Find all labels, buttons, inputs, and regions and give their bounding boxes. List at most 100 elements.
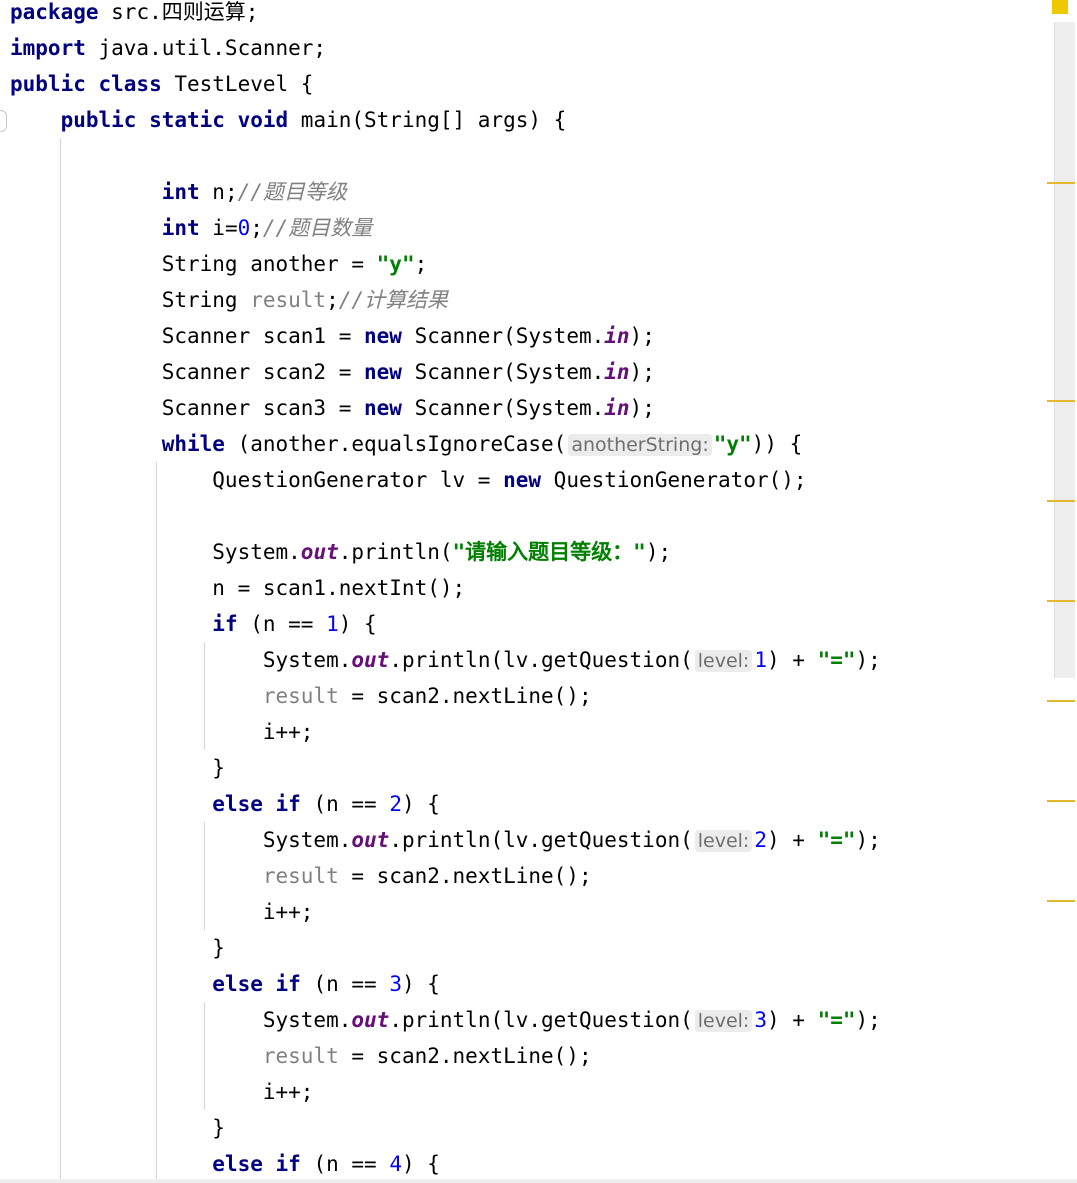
code-line[interactable]: n = scan1.nextInt(); <box>10 570 465 606</box>
code-token: (another.equalsIgnoreCase( <box>224 432 567 456</box>
code-token: } <box>10 756 225 780</box>
code-token: public static void <box>60 108 289 132</box>
code-line[interactable]: result = scan2.nextLine(); <box>10 1038 592 1074</box>
code-token: Scanner scan1 = <box>10 324 365 348</box>
code-token: result <box>262 684 339 708</box>
code-token: result <box>262 1044 339 1068</box>
code-line[interactable]: Scanner scan1 = new Scanner(System.in); <box>10 318 655 354</box>
code-line[interactable]: else if (n == 4) { <box>10 1146 440 1182</box>
code-token: java.util.Scanner; <box>85 36 327 60</box>
scrollbar-marker[interactable] <box>1047 500 1075 502</box>
code-token: i= <box>199 216 238 240</box>
code-token: (n == <box>237 612 327 636</box>
code-token: if <box>212 612 238 636</box>
code-line[interactable]: result = scan2.nextLine(); <box>10 678 592 714</box>
code-line[interactable]: i++; <box>10 714 314 750</box>
code-line[interactable]: Scanner scan2 = new Scanner(System.in); <box>10 354 655 390</box>
code-token: } <box>10 1116 225 1140</box>
code-token: n; <box>199 180 238 204</box>
editor-scrollbar[interactable] <box>1047 0 1077 1183</box>
code-token: new <box>364 396 402 420</box>
code-token: String another = <box>10 252 377 276</box>
code-token: //题目等级 <box>237 180 347 204</box>
code-token: i++; <box>10 720 314 744</box>
code-line[interactable]: public static void main(String[] args) { <box>10 102 567 138</box>
scrollbar-thumb[interactable] <box>1054 22 1075 678</box>
code-line[interactable]: } <box>10 1110 225 1146</box>
code-line[interactable]: result = scan2.nextLine(); <box>10 858 592 894</box>
code-line[interactable]: package src.四则运算; <box>10 0 258 30</box>
code-line[interactable]: import java.util.Scanner; <box>10 30 326 66</box>
code-token: Scanner(System. <box>401 396 605 420</box>
scrollbar-marker[interactable] <box>1047 400 1075 402</box>
scrollbar-marker[interactable] <box>1047 600 1075 602</box>
code-token: String <box>10 288 251 312</box>
fold-marker-icon[interactable] <box>0 110 7 132</box>
code-token: ; <box>414 252 428 276</box>
code-token: int <box>161 180 200 204</box>
scrollbar-marker[interactable] <box>1047 800 1075 802</box>
scrollbar-marker[interactable] <box>1047 700 1075 702</box>
code-token: ) + <box>767 828 818 852</box>
code-line[interactable]: i++; <box>10 894 314 930</box>
code-token: n = scan1.nextInt(); <box>10 576 466 600</box>
code-editor[interactable]: package src.四则运算; import java.util.Scanne… <box>0 0 1047 1183</box>
code-token: System. <box>10 1008 352 1032</box>
code-line[interactable]: public class TestLevel { <box>10 66 313 102</box>
code-line[interactable]: QuestionGenerator lv = new QuestionGener… <box>10 462 807 498</box>
code-token: ) { <box>401 1152 440 1176</box>
code-line[interactable]: else if (n == 3) { <box>10 966 440 1002</box>
code-token: ); <box>645 540 672 564</box>
code-token: = scan2.nextLine(); <box>338 1044 592 1068</box>
code-line[interactable]: } <box>10 750 225 786</box>
code-token: 4 <box>389 1152 402 1176</box>
code-line[interactable]: int n;//题目等级 <box>10 174 347 210</box>
code-token: else if <box>212 1152 301 1176</box>
code-token: result <box>250 288 327 312</box>
scrollbar-marker[interactable] <box>1047 900 1075 902</box>
scrollbar-marker[interactable] <box>1047 182 1075 184</box>
code-token: Scanner scan3 = <box>10 396 365 420</box>
code-token: 2 <box>754 828 767 852</box>
code-line[interactable]: System.out.println(lv.getQuestion(level:… <box>10 1002 881 1038</box>
code-token: 3 <box>389 972 402 996</box>
code-token: new <box>364 324 402 348</box>
code-token: 1 <box>754 648 767 672</box>
code-token: "y" <box>376 252 415 276</box>
code-token: "=" <box>817 1008 856 1032</box>
code-token: QuestionGenerator lv = <box>10 468 504 492</box>
code-token: = scan2.nextLine(); <box>338 864 592 888</box>
code-line[interactable]: int i=0;//题目数量 <box>10 210 372 246</box>
code-line[interactable]: if (n == 1) { <box>10 606 376 642</box>
code-line[interactable]: System.out.println("请输入题目等级："); <box>10 534 671 570</box>
code-token: Scanner scan2 = <box>10 360 365 384</box>
code-line[interactable]: System.out.println(lv.getQuestion(level:… <box>10 642 881 678</box>
code-token: ) { <box>401 792 440 816</box>
code-line[interactable]: else if (n == 2) { <box>10 786 440 822</box>
code-token: 2 <box>389 792 402 816</box>
code-token: Scanner(System. <box>401 360 605 384</box>
code-token: QuestionGenerator(); <box>541 468 807 492</box>
code-token: else if <box>212 972 301 996</box>
code-line[interactable]: } <box>10 930 225 966</box>
code-line[interactable]: String another = "y"; <box>10 246 428 282</box>
code-token: 0 <box>237 216 251 240</box>
code-token: System. <box>10 540 301 564</box>
code-token: "=" <box>817 828 856 852</box>
code-line[interactable]: System.out.println(lv.getQuestion(level:… <box>10 822 881 858</box>
code-line[interactable]: i++; <box>10 1074 314 1110</box>
code-token: main(String[] args) { <box>288 108 567 132</box>
code-token: ) + <box>767 1008 818 1032</box>
code-line[interactable]: while (another.equalsIgnoreCase(anotherS… <box>10 426 802 462</box>
code-line[interactable]: String result;//计算结果 <box>10 282 448 318</box>
code-token: ; <box>250 216 263 240</box>
code-token: new <box>503 468 542 492</box>
parameter-hint: level: <box>694 1010 753 1032</box>
code-line[interactable]: Scanner scan3 = new Scanner(System.in); <box>10 390 655 426</box>
warning-status-icon[interactable] <box>1052 0 1068 14</box>
